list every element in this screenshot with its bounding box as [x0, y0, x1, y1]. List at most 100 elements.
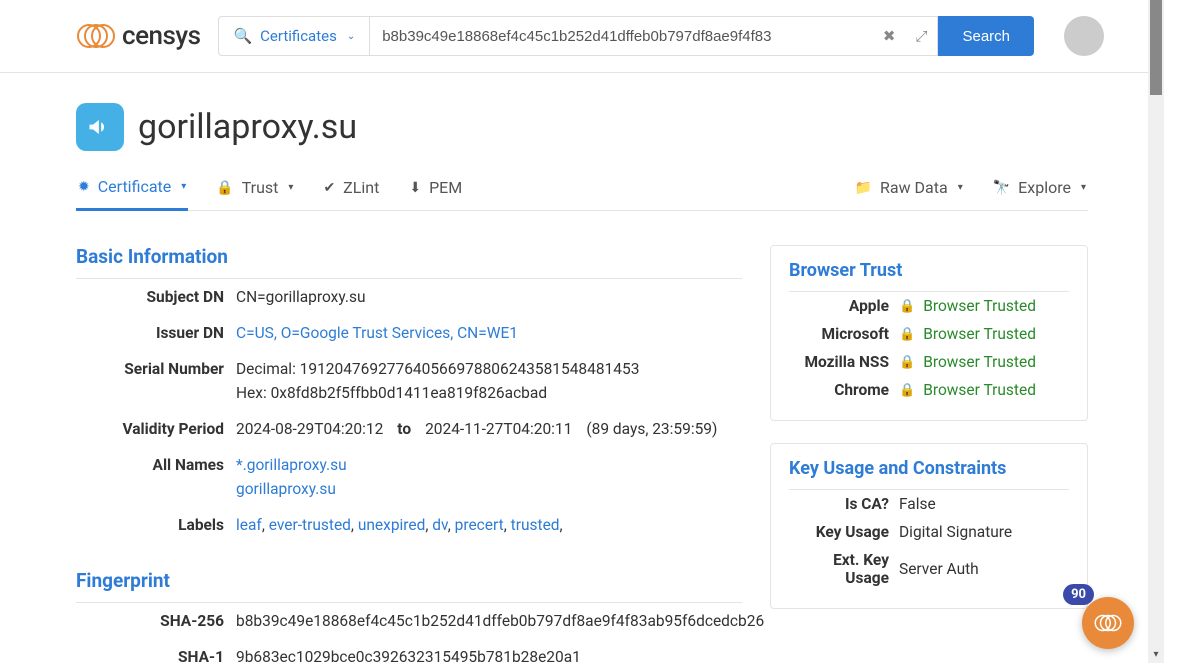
trust-label: Chrome	[789, 381, 899, 399]
browser-trust-title: Browser Trust	[789, 260, 1069, 281]
fingerprint-title: Fingerprint	[76, 569, 742, 592]
tab-raw-data-label: Raw Data	[880, 178, 948, 197]
tab-explore[interactable]: 🔭 Explore ▾	[991, 170, 1088, 209]
key-usage-card: Key Usage and Constraints Is CA?False Ke…	[770, 443, 1088, 609]
basic-info-table: Subject DNCN=gorillaproxy.su Issuer DNC=…	[76, 278, 742, 543]
chevron-down-icon: ▾	[958, 182, 963, 193]
value-is-ca: False	[899, 495, 1069, 513]
logo-icon	[1093, 608, 1123, 638]
value-ext-key-usage: Server Auth	[899, 551, 1069, 587]
tab-raw-data[interactable]: 📁 Raw Data ▾	[853, 170, 965, 209]
search-type-label: Certificates	[260, 27, 337, 45]
trust-label: Apple	[789, 297, 899, 315]
browser-trust-card: Browser Trust Apple🔒Browser TrustedMicro…	[770, 245, 1088, 421]
value-key-usage: Digital Signature	[899, 523, 1069, 541]
tab-explore-label: Explore	[1018, 178, 1071, 197]
tab-certificate[interactable]: ✹ Certificate ▾	[76, 169, 188, 211]
tab-certificate-label: Certificate	[98, 177, 172, 196]
expand-search-icon[interactable]: ⤢	[905, 19, 937, 53]
tab-zlint-label: ZLint	[343, 178, 379, 197]
label-sha1: SHA-1	[76, 645, 236, 663]
help-fab[interactable]	[1082, 597, 1134, 649]
trust-value: 🔒Browser Trusted	[899, 325, 1069, 343]
trust-status: Browser Trusted	[923, 353, 1036, 371]
tab-pem[interactable]: ⬇ PEM	[407, 170, 464, 209]
clear-search-icon[interactable]: ✖	[873, 19, 906, 53]
tabs: ✹ Certificate ▾ 🔒 Trust ▾ ✔ ZLint ⬇ PEM 📁 Raw D…	[76, 169, 1088, 211]
value-sha1: 9b683ec1029bce0c392632315495b781b28e20a1	[236, 645, 742, 663]
scrollbar[interactable]: ▴ ▾	[1148, 0, 1164, 663]
label-labels: Labels	[76, 513, 236, 537]
logo-text: censys	[122, 21, 200, 51]
app-header: censys 🔍 Certificates ⌄ ✖ ⤢ Search	[0, 0, 1164, 73]
value-serial: Decimal: 1912047692776405669788062435815…	[236, 357, 742, 405]
notification-badge[interactable]: 90	[1063, 584, 1094, 605]
lock-icon: 🔒	[899, 355, 915, 370]
trust-row: Microsoft🔒Browser Trusted	[789, 320, 1069, 348]
trust-label: Microsoft	[789, 325, 899, 343]
page-title: gorillaproxy.su	[138, 107, 357, 147]
trust-status: Browser Trusted	[923, 325, 1036, 343]
lock-icon: 🔒	[899, 383, 915, 398]
binoculars-icon: 🔭	[993, 180, 1010, 196]
search-button[interactable]: Search	[938, 16, 1034, 56]
label-sha256: SHA-256	[76, 609, 236, 633]
search-input[interactable]	[370, 18, 873, 55]
label-tag[interactable]: unexpired	[358, 516, 426, 534]
label-tag[interactable]: precert	[455, 516, 504, 534]
logo-icon	[76, 18, 116, 54]
trust-label: Mozilla NSS	[789, 353, 899, 371]
megaphone-icon	[76, 103, 124, 151]
label-allnames: All Names	[76, 453, 236, 501]
chevron-down-icon: ▾	[181, 181, 186, 192]
chevron-down-icon: ▾	[1081, 182, 1086, 193]
chevron-down-icon: ▾	[288, 182, 293, 193]
left-column: Basic Information Subject DNCN=gorillapr…	[76, 245, 742, 663]
key-usage-title: Key Usage and Constraints	[789, 458, 1069, 479]
basic-info-title: Basic Information	[76, 245, 742, 268]
seal-icon: ✹	[78, 179, 90, 195]
label-serial: Serial Number	[76, 357, 236, 405]
fingerprint-table: SHA-256b8b39c49e18868ef4c45c1b252d41dffe…	[76, 602, 742, 663]
trust-row: Mozilla NSS🔒 Browser Trusted	[789, 348, 1069, 376]
search-type-dropdown[interactable]: 🔍 Certificates ⌄	[218, 16, 370, 56]
label-tag[interactable]: ever-trusted	[269, 516, 351, 534]
tab-trust-label: Trust	[242, 178, 279, 197]
help-fab-wrap: 90	[1082, 597, 1134, 649]
check-icon: ✔	[323, 180, 335, 196]
trust-value: 🔒Browser Trusted	[899, 297, 1069, 315]
label-validity: Validity Period	[76, 417, 236, 441]
label-tag[interactable]: dv	[432, 516, 447, 534]
label-tag[interactable]: trusted	[511, 516, 560, 534]
value-labels: leaf, ever-trusted, unexpired, dv, prece…	[236, 513, 742, 537]
trust-value: 🔒 Browser Trusted	[899, 353, 1069, 371]
scrollbar-thumb[interactable]	[1150, 0, 1162, 95]
value-sha256: b8b39c49e18868ef4c45c1b252d41dffeb0b797d…	[236, 609, 764, 633]
trust-row: Chrome🔒 Browser Trusted	[789, 376, 1069, 404]
value-allnames: *.gorillaproxy.sugorillaproxy.su	[236, 453, 742, 501]
label-tag[interactable]: leaf	[236, 516, 262, 534]
trust-row: Apple🔒Browser Trusted	[789, 292, 1069, 320]
label-key-usage: Key Usage	[789, 523, 899, 541]
logo[interactable]: censys	[76, 18, 200, 54]
trust-value: 🔒 Browser Trusted	[899, 381, 1069, 399]
folder-icon: 📁	[855, 180, 872, 196]
tab-zlint[interactable]: ✔ ZLint	[321, 170, 381, 209]
download-icon: ⬇	[409, 180, 421, 196]
lock-icon: 🔒	[216, 180, 233, 196]
scroll-down-icon[interactable]: ▾	[1148, 647, 1164, 663]
trust-status: Browser Trusted	[923, 381, 1036, 399]
search-input-wrap: ✖ ⤢	[370, 16, 938, 56]
content: gorillaproxy.su ✹ Certificate ▾ 🔒 Trust ▾ ✔ Z…	[0, 73, 1164, 663]
value-issuer-dn[interactable]: C=US, O=Google Trust Services, CN=WE1	[236, 324, 518, 342]
label-is-ca: Is CA?	[789, 495, 899, 513]
label-issuer-dn: Issuer DN	[76, 321, 236, 345]
title-row: gorillaproxy.su	[76, 103, 1088, 151]
label-ext-key-usage: Ext. Key Usage	[789, 551, 899, 587]
search-icon: 🔍	[233, 27, 252, 45]
tab-trust[interactable]: 🔒 Trust ▾	[214, 170, 295, 209]
tab-pem-label: PEM	[429, 178, 462, 197]
chevron-down-icon: ⌄	[347, 31, 355, 42]
avatar[interactable]	[1064, 16, 1104, 56]
trust-status: Browser Trusted	[923, 297, 1036, 315]
